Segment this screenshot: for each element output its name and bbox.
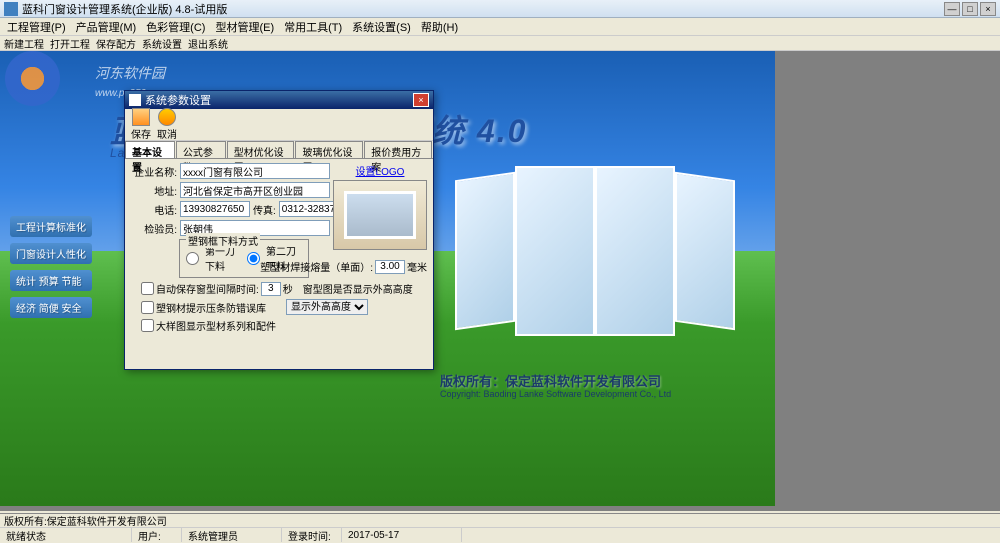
tab-profile-opt[interactable]: 型材优化设置 (227, 141, 295, 158)
logo-preview[interactable] (333, 180, 427, 250)
cut-radio-2[interactable] (247, 252, 260, 265)
bead-hint-checkbox[interactable] (141, 301, 154, 314)
mdi-workspace: 河东软件园 www.pc359.cn 蓝科系统 4.0 LanKe Door S… (0, 51, 1000, 511)
tab-glass-opt[interactable]: 玻璃优化设置 (295, 141, 363, 158)
app-icon (4, 2, 18, 16)
status-user-value: 系统管理员 (182, 528, 282, 542)
status-login-label: 登录时间: (282, 528, 342, 542)
toolbar-settings[interactable]: 系统设置 (142, 36, 182, 51)
weld-row: 塑型材焊接熔量（单面）: 毫米 (260, 259, 427, 274)
fax-label: 传真: (253, 202, 276, 217)
dialog-title: 系统参数设置 (145, 92, 413, 108)
menu-help[interactable]: 帮助(H) (418, 19, 461, 35)
tab-formula[interactable]: 公式参数 (176, 141, 226, 158)
tab-quote[interactable]: 报价费用方案 (364, 141, 432, 158)
weld-label: 塑型材焊接熔量（单面）: (260, 259, 373, 274)
weld-unit: 毫米 (407, 259, 427, 274)
menu-product[interactable]: 产品管理(M) (73, 19, 140, 35)
toolbar-save[interactable]: 保存配方 (96, 36, 136, 51)
menu-profile[interactable]: 型材管理(E) (212, 19, 277, 35)
phone-label: 电话: (131, 202, 177, 217)
status-owner: 版权所有:保定蓝科软件开发有限公司 (4, 513, 167, 528)
height-display-select[interactable]: 显示外高高度 (286, 299, 368, 315)
autosave-unit: 秒 (283, 281, 293, 296)
inspector-label: 检验员: (131, 221, 177, 236)
address-input[interactable] (180, 182, 330, 198)
logo-section: 设置LOGO (333, 163, 427, 250)
window-controls: — □ × (944, 2, 996, 16)
close-button[interactable]: × (980, 2, 996, 16)
status-login-value: 2017-05-17 (342, 528, 462, 542)
main-menubar: 工程管理(P) 产品管理(M) 色彩管理(C) 型材管理(E) 常用工具(T) … (0, 18, 1000, 36)
autosave-checkbox[interactable] (141, 282, 154, 295)
cut-radio-1[interactable] (186, 252, 199, 265)
save-icon (132, 108, 150, 126)
tab-basic[interactable]: 基本设置 (125, 141, 175, 158)
sidebar-btn-4[interactable]: 经济 简便 安全 (10, 297, 92, 318)
cancel-button[interactable]: 取消 (157, 108, 177, 141)
sidebar-btn-2[interactable]: 门窗设计人性化 (10, 243, 92, 264)
copyright-text: 版权所有：保定蓝科软件开发有限公司 (440, 371, 661, 390)
window-3d-graphic (455, 156, 735, 351)
settings-dialog: 系统参数设置 × 保存 取消 基本设置 公式参数 型材优化设置 玻璃优化设置 报… (124, 90, 434, 370)
statusbar: 版权所有:保定蓝科软件开发有限公司 就绪状态 用户: 系统管理员 登录时间: 2… (0, 513, 1000, 541)
dialog-titlebar[interactable]: 系统参数设置 × (125, 91, 433, 109)
app-titlebar: 蓝科门窗设计管理系统(企业版) 4.8-试用版 — □ × (0, 0, 1000, 18)
minimize-button[interactable]: — (944, 2, 960, 16)
toolbar-exit[interactable]: 退出系统 (188, 36, 228, 51)
toolbar-new[interactable]: 新建工程 (4, 36, 44, 51)
save-button[interactable]: 保存 (131, 108, 151, 141)
company-label: 企业名称: (131, 164, 177, 179)
dialog-toolbar: 保存 取消 (125, 109, 433, 141)
cut-group-title: 塑钢框下料方式 (186, 233, 260, 248)
menu-project[interactable]: 工程管理(P) (4, 19, 69, 35)
maximize-button[interactable]: □ (962, 2, 978, 16)
logo-link[interactable]: 设置LOGO (333, 163, 427, 178)
cancel-icon (158, 108, 176, 126)
height-display-label: 窗型图是否显示外高高度 (303, 281, 413, 296)
dialog-icon (129, 94, 141, 106)
menu-color[interactable]: 色彩管理(C) (143, 19, 208, 35)
copyright-text-en: Copyright: Baoding Lanke Software Develo… (440, 389, 671, 399)
menu-tools[interactable]: 常用工具(T) (281, 19, 345, 35)
autosave-label: 自动保存窗型间隔时间: (156, 281, 259, 296)
address-label: 地址: (131, 183, 177, 198)
sidebar-btn-3[interactable]: 统计 预算 节能 (10, 270, 92, 291)
toolbar-open[interactable]: 打开工程 (50, 36, 90, 51)
large-drawing-label: 大样图显示型材系列和配件 (156, 318, 276, 333)
menu-settings[interactable]: 系统设置(S) (349, 19, 414, 35)
autosave-value[interactable] (261, 282, 281, 296)
company-input[interactable] (180, 163, 330, 179)
sidebar-btn-1[interactable]: 工程计算标准化 (10, 216, 92, 237)
status-user-label: 用户: (132, 528, 182, 542)
large-drawing-checkbox[interactable] (141, 319, 154, 332)
bead-hint-label: 塑钢材提示压条防错误库 (156, 300, 266, 315)
app-title: 蓝科门窗设计管理系统(企业版) 4.8-试用版 (22, 1, 944, 17)
weld-input[interactable] (375, 260, 405, 274)
watermark-logo-icon (5, 51, 60, 106)
sidebar-buttons: 工程计算标准化 门窗设计人性化 统计 预算 节能 经济 简便 安全 (10, 216, 92, 318)
dialog-body: 设置LOGO 企业名称: 地址: 电话: 传真: 检验员: (125, 159, 433, 369)
phone-input[interactable] (180, 201, 250, 217)
main-toolbar: 新建工程 打开工程 保存配方 系统设置 退出系统 (0, 36, 1000, 51)
status-ready: 就绪状态 (0, 528, 132, 542)
dialog-tabs: 基本设置 公式参数 型材优化设置 玻璃优化设置 报价费用方案 (125, 141, 433, 159)
dialog-close-button[interactable]: × (413, 93, 429, 107)
